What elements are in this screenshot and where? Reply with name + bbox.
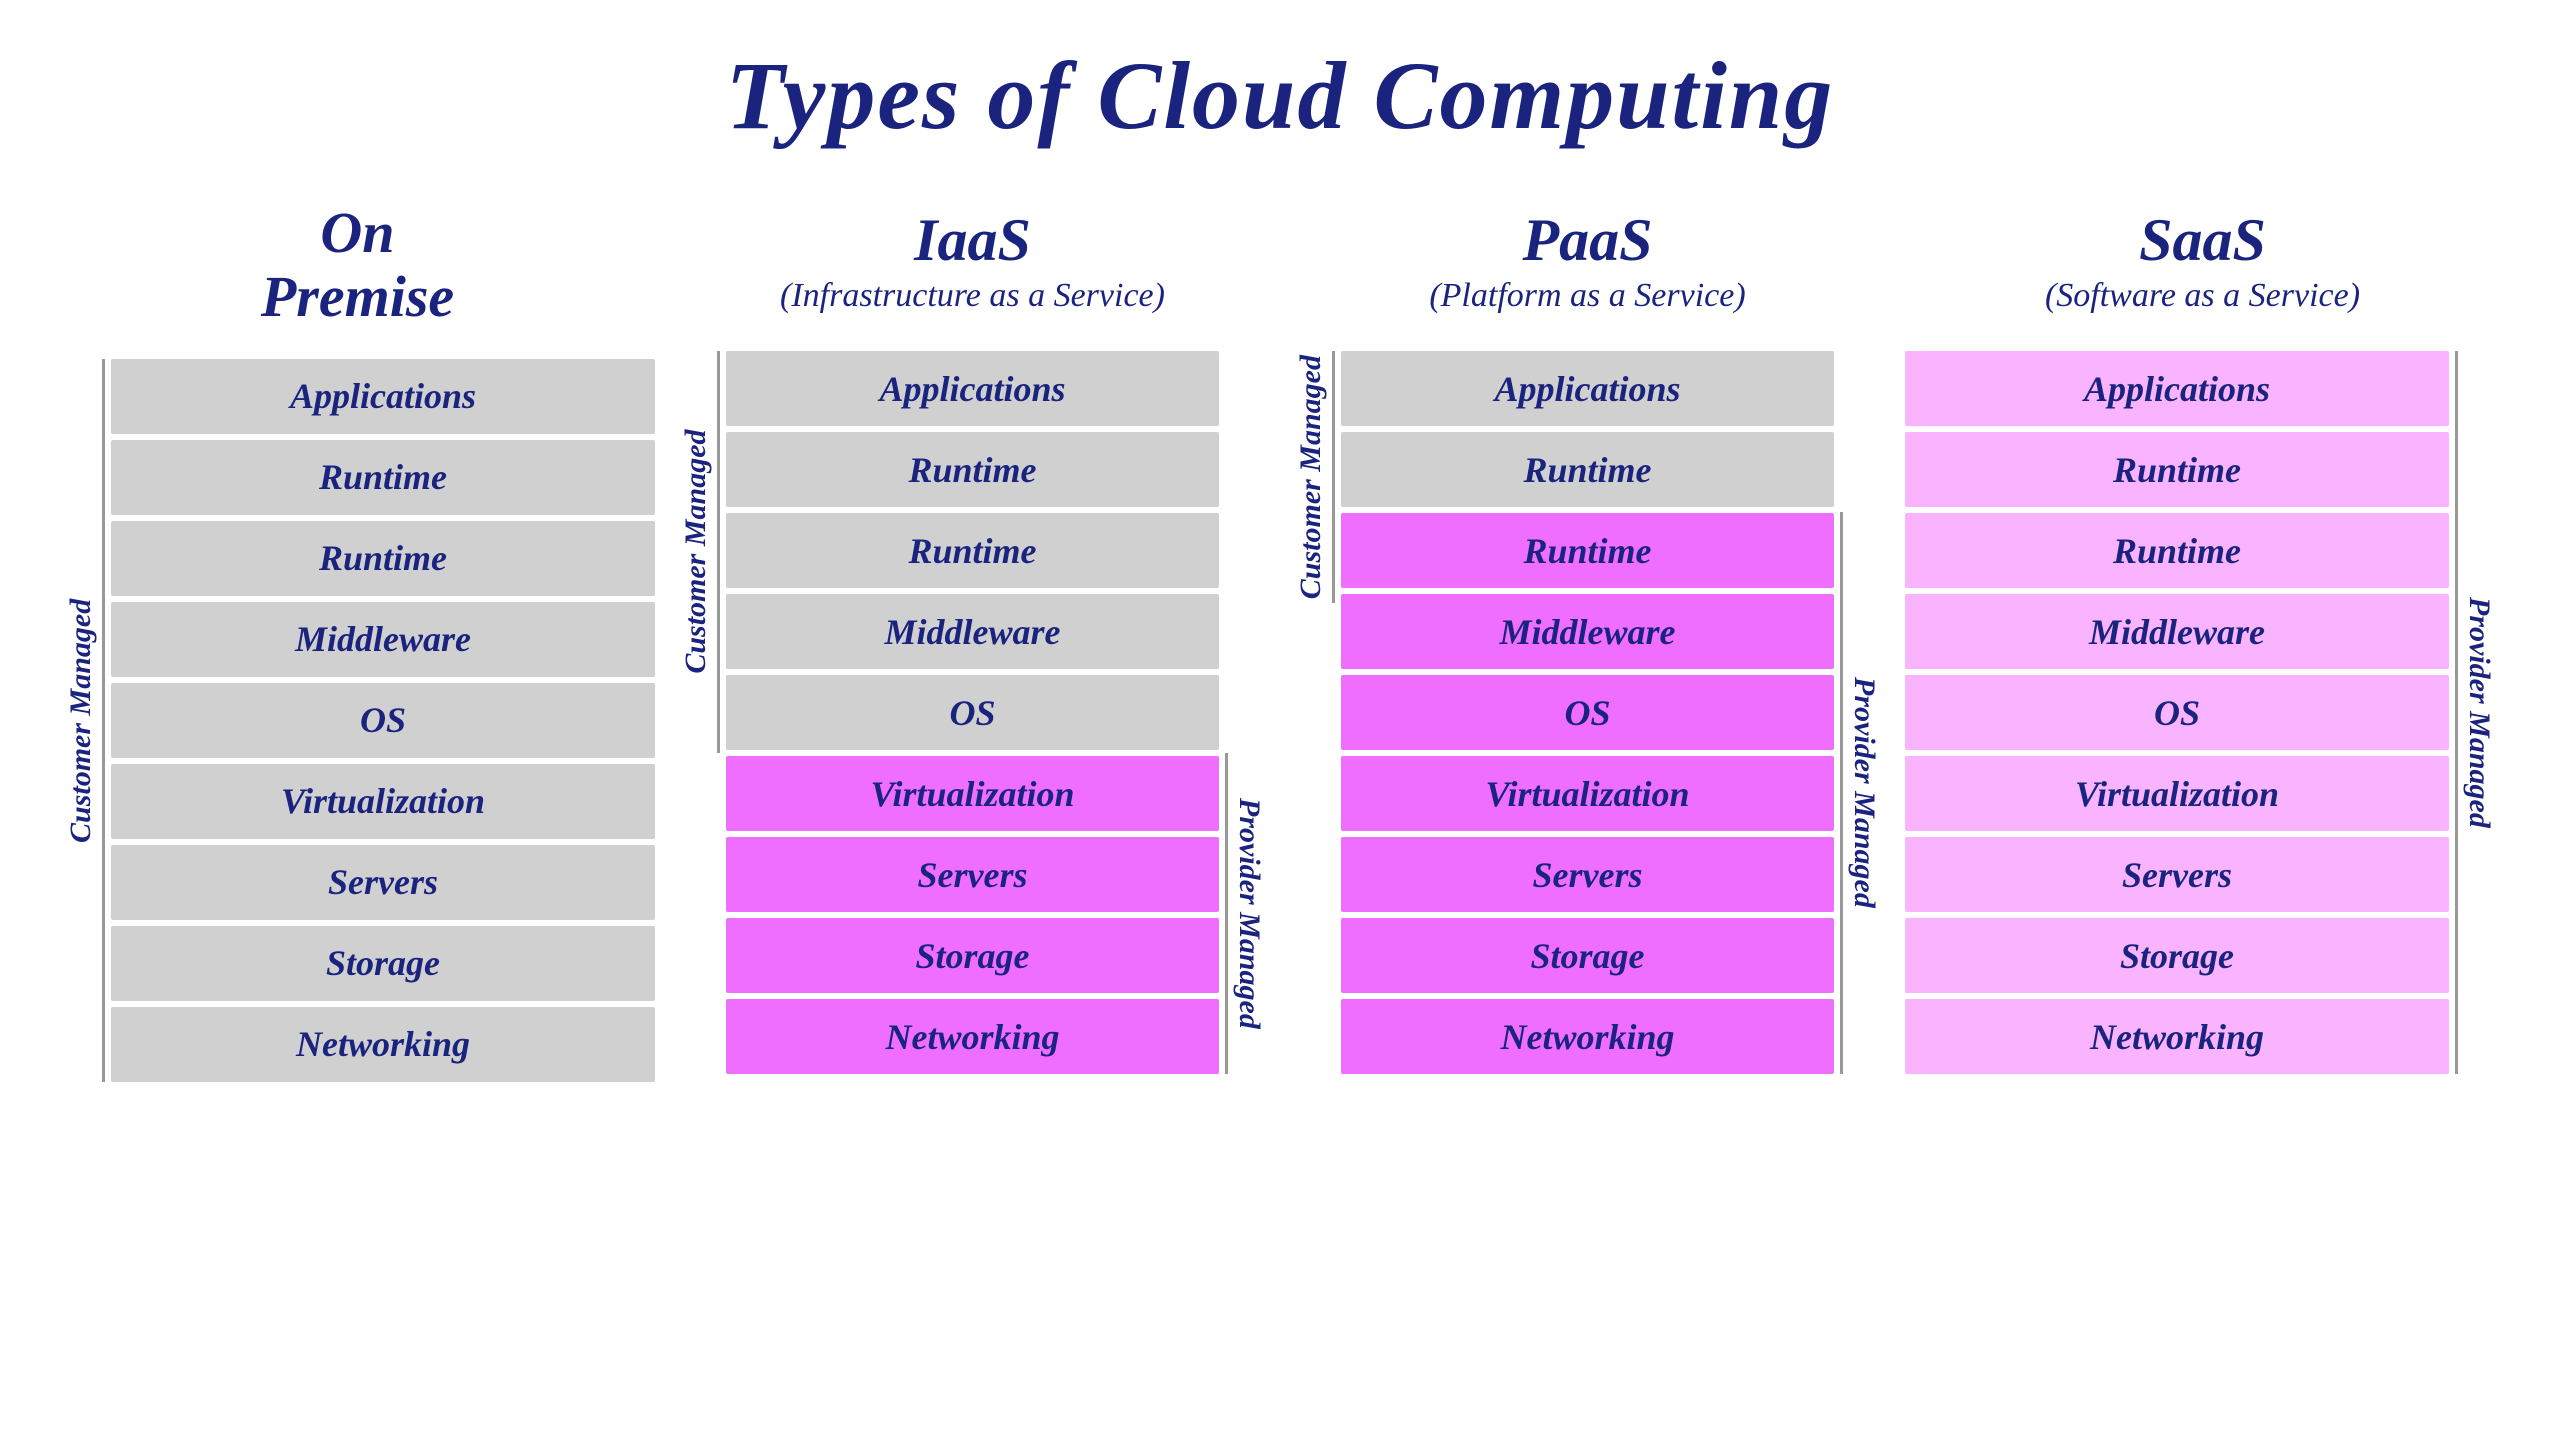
col-subtitle-saas: (Software as a Service) xyxy=(2045,277,2360,315)
paas-rows: Customer Managed Applications Runtime Ru… xyxy=(1290,351,1885,1074)
paas-stack: Applications Runtime Runtime Middleware … xyxy=(1341,351,1834,1074)
saas-row-applications: Applications xyxy=(1905,351,2449,426)
iaas-row-storage: Storage xyxy=(726,918,1219,993)
paas-row-applications: Applications xyxy=(1341,351,1834,426)
row-networking: Networking xyxy=(111,1007,655,1082)
paas-row-os: OS xyxy=(1341,675,1834,750)
row-virtualization: Virtualization xyxy=(111,764,655,839)
iaas-row-virtualization: Virtualization xyxy=(726,756,1219,831)
paas-row-runtime-1: Runtime xyxy=(1341,432,1834,507)
iaas-customer-bracket: Customer Managed xyxy=(675,351,720,1074)
col-header-paas: PaaS (Platform as a Service) xyxy=(1429,201,1745,321)
on-premise-customer-line xyxy=(102,359,105,1082)
row-runtime-1: Runtime xyxy=(111,440,655,515)
col-header-on-premise: OnPremise xyxy=(261,201,454,329)
saas-rows: Applications Runtime Runtime Middleware … xyxy=(1905,351,2500,1074)
saas-row-virtualization: Virtualization xyxy=(1905,756,2449,831)
paas-row-networking: Networking xyxy=(1341,999,1834,1074)
row-storage: Storage xyxy=(111,926,655,1001)
row-applications: Applications xyxy=(111,359,655,434)
saas-provider-label: Provider Managed xyxy=(2458,351,2500,1074)
row-runtime-2: Runtime xyxy=(111,521,655,596)
saas-row-os: OS xyxy=(1905,675,2449,750)
col-subtitle-paas: (Platform as a Service) xyxy=(1429,277,1745,315)
iaas-customer-line xyxy=(717,351,720,753)
paas-row-storage: Storage xyxy=(1341,918,1834,993)
row-servers: Servers xyxy=(111,845,655,920)
paas-customer-label: Customer Managed xyxy=(1290,351,1332,603)
iaas-row-runtime-2: Runtime xyxy=(726,513,1219,588)
col-title-on-premise: OnPremise xyxy=(261,201,454,329)
saas-provider-bracket: Provider Managed xyxy=(2455,351,2500,1074)
iaas-provider-bracket: Provider Managed xyxy=(1225,351,1270,1074)
iaas-row-runtime-1: Runtime xyxy=(726,432,1219,507)
col-title-saas: SaaS xyxy=(2139,207,2266,273)
saas-row-storage: Storage xyxy=(1905,918,2449,993)
column-iaas: IaaS (Infrastructure as a Service) Custo… xyxy=(675,201,1270,1074)
col-title-paas: PaaS xyxy=(1522,207,1652,273)
iaas-row-networking: Networking xyxy=(726,999,1219,1074)
col-title-iaas: IaaS xyxy=(914,207,1031,273)
paas-row-runtime-2: Runtime xyxy=(1341,513,1834,588)
iaas-row-applications: Applications xyxy=(726,351,1219,426)
column-on-premise: OnPremise Customer Managed Applications … xyxy=(60,201,655,1082)
col-subtitle-iaas: (Infrastructure as a Service) xyxy=(780,277,1165,315)
on-premise-customer-label: Customer Managed xyxy=(60,359,102,1082)
iaas-customer-label: Customer Managed xyxy=(675,351,717,753)
on-premise-customer-bracket: Customer Managed xyxy=(60,359,105,1082)
iaas-stack: Applications Runtime Runtime Middleware … xyxy=(726,351,1219,1074)
row-middleware: Middleware xyxy=(111,602,655,677)
saas-row-middleware: Middleware xyxy=(1905,594,2449,669)
iaas-row-middleware: Middleware xyxy=(726,594,1219,669)
column-paas: PaaS (Platform as a Service) Customer Ma… xyxy=(1290,201,1885,1074)
col-header-iaas: IaaS (Infrastructure as a Service) xyxy=(780,201,1165,321)
paas-provider-label: Provider Managed xyxy=(1843,512,1885,1074)
page-title: Types of Cloud Computing xyxy=(726,40,1835,151)
paas-row-virtualization: Virtualization xyxy=(1341,756,1834,831)
saas-row-runtime-2: Runtime xyxy=(1905,513,2449,588)
iaas-row-servers: Servers xyxy=(726,837,1219,912)
iaas-provider-label: Provider Managed xyxy=(1228,753,1270,1074)
column-saas: SaaS (Software as a Service) Application… xyxy=(1905,201,2500,1074)
on-premise-rows: Customer Managed Applications Runtime Ru… xyxy=(60,359,655,1082)
saas-row-servers: Servers xyxy=(1905,837,2449,912)
paas-customer-line xyxy=(1332,351,1335,603)
saas-row-networking: Networking xyxy=(1905,999,2449,1074)
iaas-row-os: OS xyxy=(726,675,1219,750)
paas-row-middleware: Middleware xyxy=(1341,594,1834,669)
saas-stack: Applications Runtime Runtime Middleware … xyxy=(1905,351,2449,1074)
paas-provider-bracket: Provider Managed xyxy=(1840,351,1885,1074)
diagram-container: OnPremise Customer Managed Applications … xyxy=(60,201,2500,1082)
saas-row-runtime-1: Runtime xyxy=(1905,432,2449,507)
paas-customer-bracket: Customer Managed xyxy=(1290,351,1335,1074)
paas-row-servers: Servers xyxy=(1341,837,1834,912)
col-header-saas: SaaS (Software as a Service) xyxy=(2045,201,2360,321)
row-os: OS xyxy=(111,683,655,758)
on-premise-stack: Applications Runtime Runtime Middleware … xyxy=(111,359,655,1082)
iaas-rows: Customer Managed Applications Runtime Ru… xyxy=(675,351,1270,1074)
